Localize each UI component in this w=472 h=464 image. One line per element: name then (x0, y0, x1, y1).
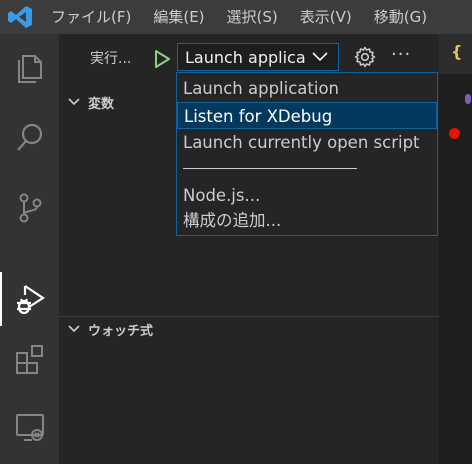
play-icon (155, 50, 170, 68)
chevron-down-icon (312, 52, 328, 62)
editor-decoration (465, 94, 471, 104)
editor-tab[interactable]: { (439, 34, 472, 74)
remote-explorer-icon[interactable] (0, 398, 59, 456)
menu-edit[interactable]: 編集(E) (142, 0, 215, 34)
launch-config-dropdown: Launch application Listen for XDebug Lau… (176, 72, 438, 236)
watch-title: ウォッチ式 (88, 323, 154, 339)
menu-selection[interactable]: 選択(S) (216, 0, 289, 34)
menu-go[interactable]: 移動(G) (363, 0, 438, 34)
vscode-logo-icon (0, 0, 40, 34)
dropdown-option-nodejs[interactable]: Node.js... (177, 182, 437, 209)
menu-file[interactable]: ファイル(F) (40, 0, 142, 34)
extensions-icon[interactable] (0, 330, 59, 388)
search-icon[interactable] (0, 109, 59, 167)
source-control-icon[interactable] (0, 179, 59, 237)
watch-section-header[interactable]: ウォッチ式 (59, 316, 439, 341)
more-actions-icon[interactable]: ··· (391, 44, 411, 65)
start-debugging-button[interactable] (150, 47, 174, 71)
dropdown-option-add-configuration[interactable]: 構成の追加... (177, 207, 437, 234)
breakpoint-icon[interactable] (449, 128, 460, 139)
run-debug-icon[interactable] (0, 270, 59, 328)
gear-icon (354, 46, 376, 68)
activity-bar (0, 34, 59, 464)
dropdown-option-launch-application[interactable]: Launch application (177, 75, 437, 102)
open-launch-json-button[interactable] (353, 45, 377, 69)
dropdown-option-listen-for-xdebug[interactable]: Listen for XDebug (177, 102, 437, 129)
run-label: 実行... (90, 51, 132, 67)
launch-config-select[interactable]: Launch applica (177, 43, 339, 71)
editor-area: { (439, 34, 472, 464)
variables-title: 変数 (88, 96, 115, 112)
menu-view[interactable]: 表示(V) (289, 0, 363, 34)
explorer-icon[interactable] (0, 39, 59, 97)
launch-config-value: Launch applica (185, 47, 306, 67)
dropdown-option-launch-open-script[interactable]: Launch currently open script (177, 129, 437, 156)
chevron-down-icon (62, 317, 86, 341)
dropdown-separator (183, 168, 357, 169)
chevron-down-icon (62, 90, 86, 114)
menu-bar: ファイル(F) 編集(E) 選択(S) 表示(V) 移動(G) (0, 0, 472, 34)
json-file-icon: { (451, 42, 463, 61)
